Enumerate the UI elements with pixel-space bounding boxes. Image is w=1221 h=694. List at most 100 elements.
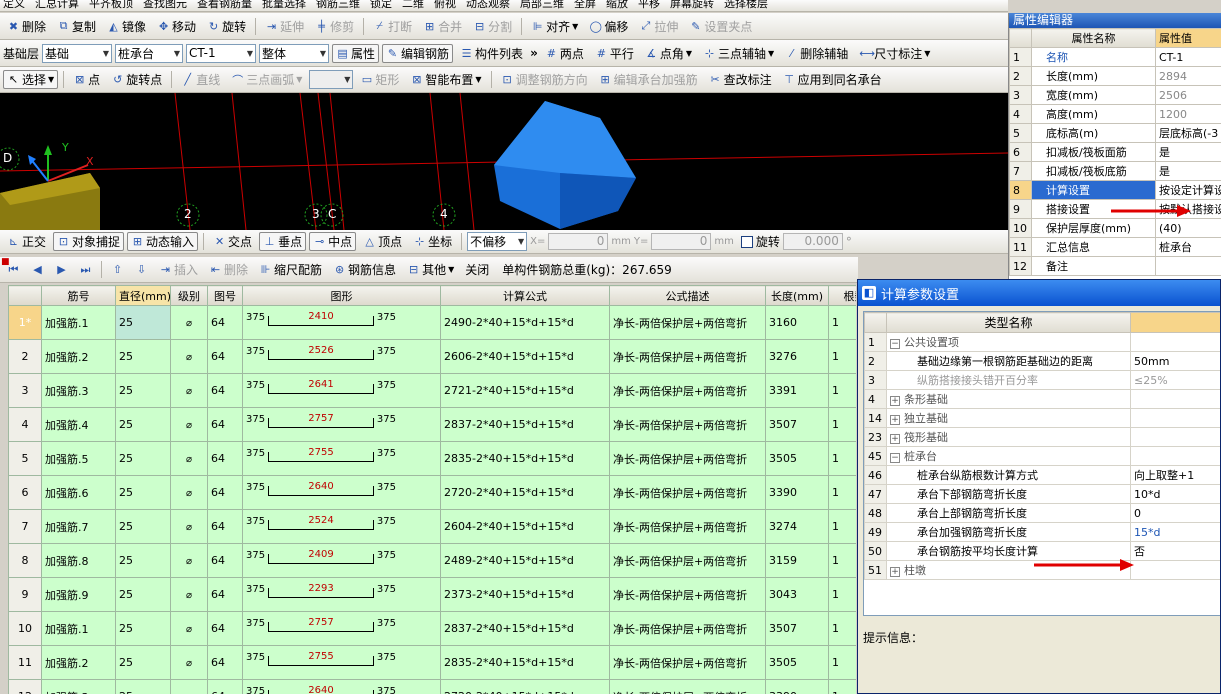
intersection-snap-button[interactable]: ✕ 交点 — [209, 232, 256, 251]
calc-row[interactable]: 46 桩承台纵筋根数计算方式 向上取整+1 — [864, 465, 1220, 485]
top-toolbar-item[interactable]: 局部三维 — [520, 0, 564, 11]
calc-value[interactable]: 0 — [1130, 503, 1220, 523]
split-button[interactable]: ⊟ 分割 — [469, 17, 516, 36]
grade-cell[interactable]: ⌀ — [170, 509, 208, 544]
count-cell[interactable]: 1 — [828, 305, 856, 340]
type-select[interactable]: 桩承台 ▼ — [115, 43, 184, 63]
property-value[interactable] — [1155, 256, 1221, 276]
length-cell[interactable]: 3505 — [765, 645, 829, 680]
formula-cell[interactable]: 2721-2*40+15*d+15*d — [440, 373, 610, 408]
count-cell[interactable]: 1 — [828, 373, 856, 408]
count-cell[interactable]: 1 — [828, 543, 856, 578]
rebar-name-cell[interactable]: 加强筋.6 — [41, 475, 116, 510]
edit-rebar-button[interactable]: ✎ 编辑钢筋 — [382, 43, 454, 63]
attribute-button[interactable]: ▤ 属性 — [332, 43, 380, 63]
coordinate-snap-button[interactable]: ⊹ 坐标 — [409, 232, 456, 251]
table-row[interactable]: 9 加强筋.9 25 ⌀ 64 375 2293 375 2373-2*40+15*d+15*d… — [8, 577, 856, 612]
calc-row[interactable]: 48 承台上部钢筋弯折长度 0 — [864, 503, 1220, 523]
property-value[interactable]: 桩承台 — [1155, 237, 1221, 257]
formula-desc-cell[interactable]: 净长-两倍保护层+两倍弯折 — [609, 577, 766, 612]
expand-icon[interactable]: + — [890, 434, 900, 444]
last-record-button[interactable]: ⏭ — [75, 260, 96, 279]
property-row[interactable]: 5 底标高(m) 层底标高(-3 — [1009, 123, 1221, 143]
top-toolbar-item[interactable]: 钢筋三维 — [316, 0, 360, 11]
property-row[interactable]: 6 扣减板/筏板面筋是 — [1009, 142, 1221, 162]
figure-no-cell[interactable]: 64 — [207, 543, 243, 578]
expand-icon[interactable]: + — [890, 415, 900, 425]
table-row[interactable]: 4 加强筋.4 25 ⌀ 64 375 2757 375 2837-2*40+15*d+15*d… — [8, 407, 856, 442]
shape-cell[interactable]: 375 2293 375 — [242, 577, 441, 612]
diameter-cell[interactable]: 25 — [115, 679, 171, 694]
adjust-rebar-direction-button[interactable]: ⊡ 调整钢筋方向 — [497, 70, 592, 89]
line-button[interactable]: ╱ 直线 — [177, 70, 224, 89]
diameter-cell[interactable]: 25 — [115, 509, 171, 544]
rebar-name-cell[interactable]: 加强筋.7 — [41, 509, 116, 544]
move-down-button[interactable]: ⇩ — [131, 260, 152, 279]
prev-record-button[interactable]: ◀ — [27, 260, 48, 279]
calc-row[interactable]: 4 + 条形基础 — [864, 389, 1220, 409]
length-cell[interactable]: 3276 — [765, 339, 829, 374]
more-icon[interactable]: » — [530, 46, 538, 60]
calc-value[interactable] — [1130, 332, 1220, 352]
align-button[interactable]: ⊫ 对齐 ▼ — [527, 17, 582, 36]
three-point-aux-button[interactable]: ⊹ 三点辅轴 ▼ — [699, 44, 778, 63]
grade-cell[interactable]: ⌀ — [170, 441, 208, 476]
rotate-checkbox[interactable] — [740, 235, 753, 248]
length-cell[interactable]: 3390 — [765, 679, 829, 694]
grid-header-cell[interactable]: 直径(mm) — [115, 285, 171, 306]
arc-mode-select[interactable]: ▼ — [309, 70, 354, 89]
figure-no-cell[interactable]: 64 — [207, 305, 243, 340]
formula-desc-cell[interactable]: 净长-两倍保护层+两倍弯折 — [609, 305, 766, 340]
rebar-name-cell[interactable]: 加强筋.3 — [41, 373, 116, 408]
3d-viewport[interactable]: Y X D 2 3 C 4 — [0, 93, 1008, 230]
dynamic-input-button[interactable]: ⊞ 动态输入 — [127, 232, 199, 251]
grid-header-cell[interactable]: 公式描述 — [609, 285, 766, 306]
other-button[interactable]: ⊟ 其他 ▼ — [403, 260, 458, 279]
diameter-cell[interactable]: 25 — [115, 577, 171, 612]
rebar-info-button[interactable]: ⊛ 钢筋信息 — [329, 260, 400, 279]
table-row[interactable]: 1* 加强筋.1 25 ⌀ 64 375 2410 375 2490-2*40+15*d+15*… — [8, 305, 856, 340]
next-record-button[interactable]: ▶ — [51, 260, 72, 279]
grid-header-cell[interactable]: 计算公式 — [440, 285, 610, 306]
figure-no-cell[interactable]: 64 — [207, 611, 243, 646]
object-snap-button[interactable]: ⊡ 对象捕捉 — [53, 232, 125, 251]
diameter-cell[interactable]: 25 — [115, 475, 171, 510]
formula-desc-cell[interactable]: 净长-两倍保护层+两倍弯折 — [609, 441, 766, 476]
top-toolbar-item[interactable]: 屏幕旋转 — [670, 0, 714, 11]
merge-button[interactable]: ⊞ 合并 — [419, 17, 466, 36]
calc-row[interactable]: 49 承台加强钢筋弯折长度 15*d — [864, 522, 1220, 542]
vertex-snap-button[interactable]: △ 顶点 — [359, 232, 406, 251]
formula-desc-cell[interactable]: 净长-两倍保护层+两倍弯折 — [609, 679, 766, 694]
diameter-cell[interactable]: 25 — [115, 441, 171, 476]
y-input[interactable]: 0 — [651, 233, 712, 250]
property-value[interactable]: (40) — [1155, 218, 1221, 238]
grid-header-cell[interactable]: 级别 — [170, 285, 208, 306]
two-points-button[interactable]: # 两点 — [541, 44, 588, 63]
formula-cell[interactable]: 2835-2*40+15*d+15*d — [440, 645, 610, 680]
rebar-name-cell[interactable]: 加强筋.2 — [41, 645, 116, 680]
grid-header-cell[interactable]: 长度(mm) — [765, 285, 829, 306]
formula-cell[interactable]: 2720-2*40+15*d+15*d — [440, 679, 610, 694]
perpendicular-snap-button[interactable]: ⊥ 垂点 — [259, 232, 307, 251]
formula-desc-cell[interactable]: 净长-两倍保护层+两倍弯折 — [609, 407, 766, 442]
shape-cell[interactable]: 375 2757 375 — [242, 407, 441, 442]
table-row[interactable]: 3 加强筋.3 25 ⌀ 64 375 2641 375 2721-2*40+15*d+15*d… — [8, 373, 856, 408]
property-value[interactable]: CT-1 — [1155, 47, 1221, 67]
figure-no-cell[interactable]: 64 — [207, 475, 243, 510]
formula-cell[interactable]: 2373-2*40+15*d+15*d — [440, 577, 610, 612]
expand-icon[interactable]: + — [890, 396, 900, 406]
shape-cell[interactable]: 375 2640 375 — [242, 679, 441, 694]
count-cell[interactable]: 1 — [828, 339, 856, 374]
calc-row[interactable]: 1− 公共设置项 — [864, 332, 1220, 352]
calc-row[interactable]: 47 承台下部钢筋弯折长度 10*d — [864, 484, 1220, 504]
calc-value[interactable] — [1130, 560, 1220, 580]
length-cell[interactable]: 3507 — [765, 611, 829, 646]
apply-same-name-button[interactable]: ⊤ 应用到同名承台 — [779, 70, 886, 89]
formula-cell[interactable]: 2835-2*40+15*d+15*d — [440, 441, 610, 476]
expand-icon[interactable]: + — [890, 567, 900, 577]
grid-header-cell[interactable]: 图号 — [207, 285, 243, 306]
ortho-button[interactable]: ⊾ 正交 — [3, 232, 50, 251]
formula-desc-cell[interactable]: 净长-两倍保护层+两倍弯折 — [609, 543, 766, 578]
delete-aux-button[interactable]: ⁄ 删除辅轴 — [781, 44, 852, 63]
calc-value[interactable]: 15*d — [1130, 522, 1220, 542]
